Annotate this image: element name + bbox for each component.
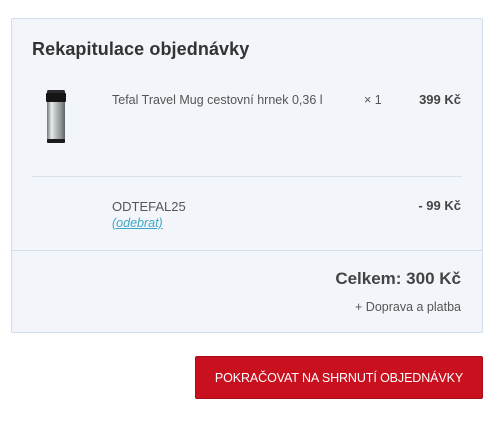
coupon-discount: - 99 Kč xyxy=(418,198,461,213)
order-total: Celkem: 300 Kč xyxy=(335,269,461,288)
continue-to-summary-button[interactable]: POKRAČOVAT NA SHRNUTÍ OBJEDNÁVKY xyxy=(195,356,483,399)
coupon-code: ODTEFAL25 xyxy=(112,199,186,214)
remove-coupon-link[interactable]: (odebrat) xyxy=(112,216,163,230)
product-name[interactable]: Tefal Travel Mug cestovní hrnek 0,36 l xyxy=(112,93,323,107)
total-divider xyxy=(12,250,482,251)
product-quantity: × 1 xyxy=(364,93,382,107)
travel-mug-icon xyxy=(46,90,66,143)
shipping-payment-note: + Doprava a platba xyxy=(355,300,461,314)
order-summary-panel: Rekapitulace objednávky Tefal Travel Mug… xyxy=(11,18,483,333)
product-price: 399 Kč xyxy=(419,92,461,107)
order-summary-title: Rekapitulace objednávky xyxy=(32,39,250,59)
item-divider xyxy=(32,176,462,177)
